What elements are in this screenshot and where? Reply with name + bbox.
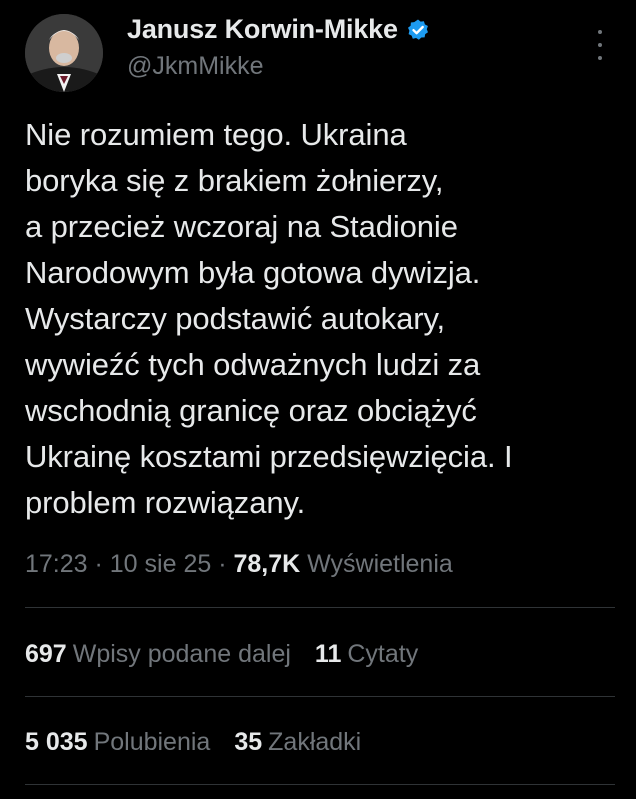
quotes-label: Cytaty: [347, 640, 419, 668]
tweet-time[interactable]: 17:23: [25, 550, 88, 578]
views-label[interactable]: Wyświetlenia: [307, 550, 453, 578]
bookmarks-stat[interactable]: 35 Zakładki: [234, 728, 361, 757]
tweet-date[interactable]: 10 sie 25: [110, 550, 211, 578]
views-count[interactable]: 78,7K: [233, 550, 300, 578]
more-options-icon[interactable]: [590, 30, 610, 60]
meta-separator: ·: [87, 550, 110, 578]
divider: [25, 696, 615, 697]
reposts-stat[interactable]: 697 Wpisy podane dalej: [25, 640, 291, 669]
reposts-count: 697: [25, 640, 67, 668]
reposts-label: Wpisy podane dalej: [72, 640, 291, 668]
bookmarks-count: 35: [234, 728, 263, 756]
author-name-row: Janusz Korwin-Mikke: [127, 14, 430, 45]
engagement-row-2: 5 035 Polubienia 35 Zakładki: [25, 728, 361, 757]
tweet-text: Nie rozumiem tego. Ukraina boryka się z …: [25, 117, 513, 520]
tweet-meta: 17:23 · 10 sie 25 · 78,7K Wyświetlenia: [25, 550, 453, 579]
avatar[interactable]: [25, 14, 103, 92]
divider: [25, 607, 615, 608]
likes-count: 5 035: [25, 728, 88, 756]
likes-label: Polubienia: [93, 728, 211, 756]
bookmarks-label: Zakładki: [268, 728, 362, 756]
meta-separator: ·: [211, 550, 234, 578]
avatar-portrait: [25, 14, 103, 92]
verified-badge-icon[interactable]: [406, 18, 430, 42]
author-display-name[interactable]: Janusz Korwin-Mikke: [127, 14, 398, 45]
likes-stat[interactable]: 5 035 Polubienia: [25, 728, 210, 757]
quotes-count: 11: [314, 640, 342, 668]
engagement-row-1: 697 Wpisy podane dalej 11 Cytaty: [25, 640, 418, 669]
quotes-stat[interactable]: 11 Cytaty: [315, 640, 418, 669]
divider: [25, 784, 615, 785]
author-handle[interactable]: @JkmMikke: [127, 52, 264, 81]
